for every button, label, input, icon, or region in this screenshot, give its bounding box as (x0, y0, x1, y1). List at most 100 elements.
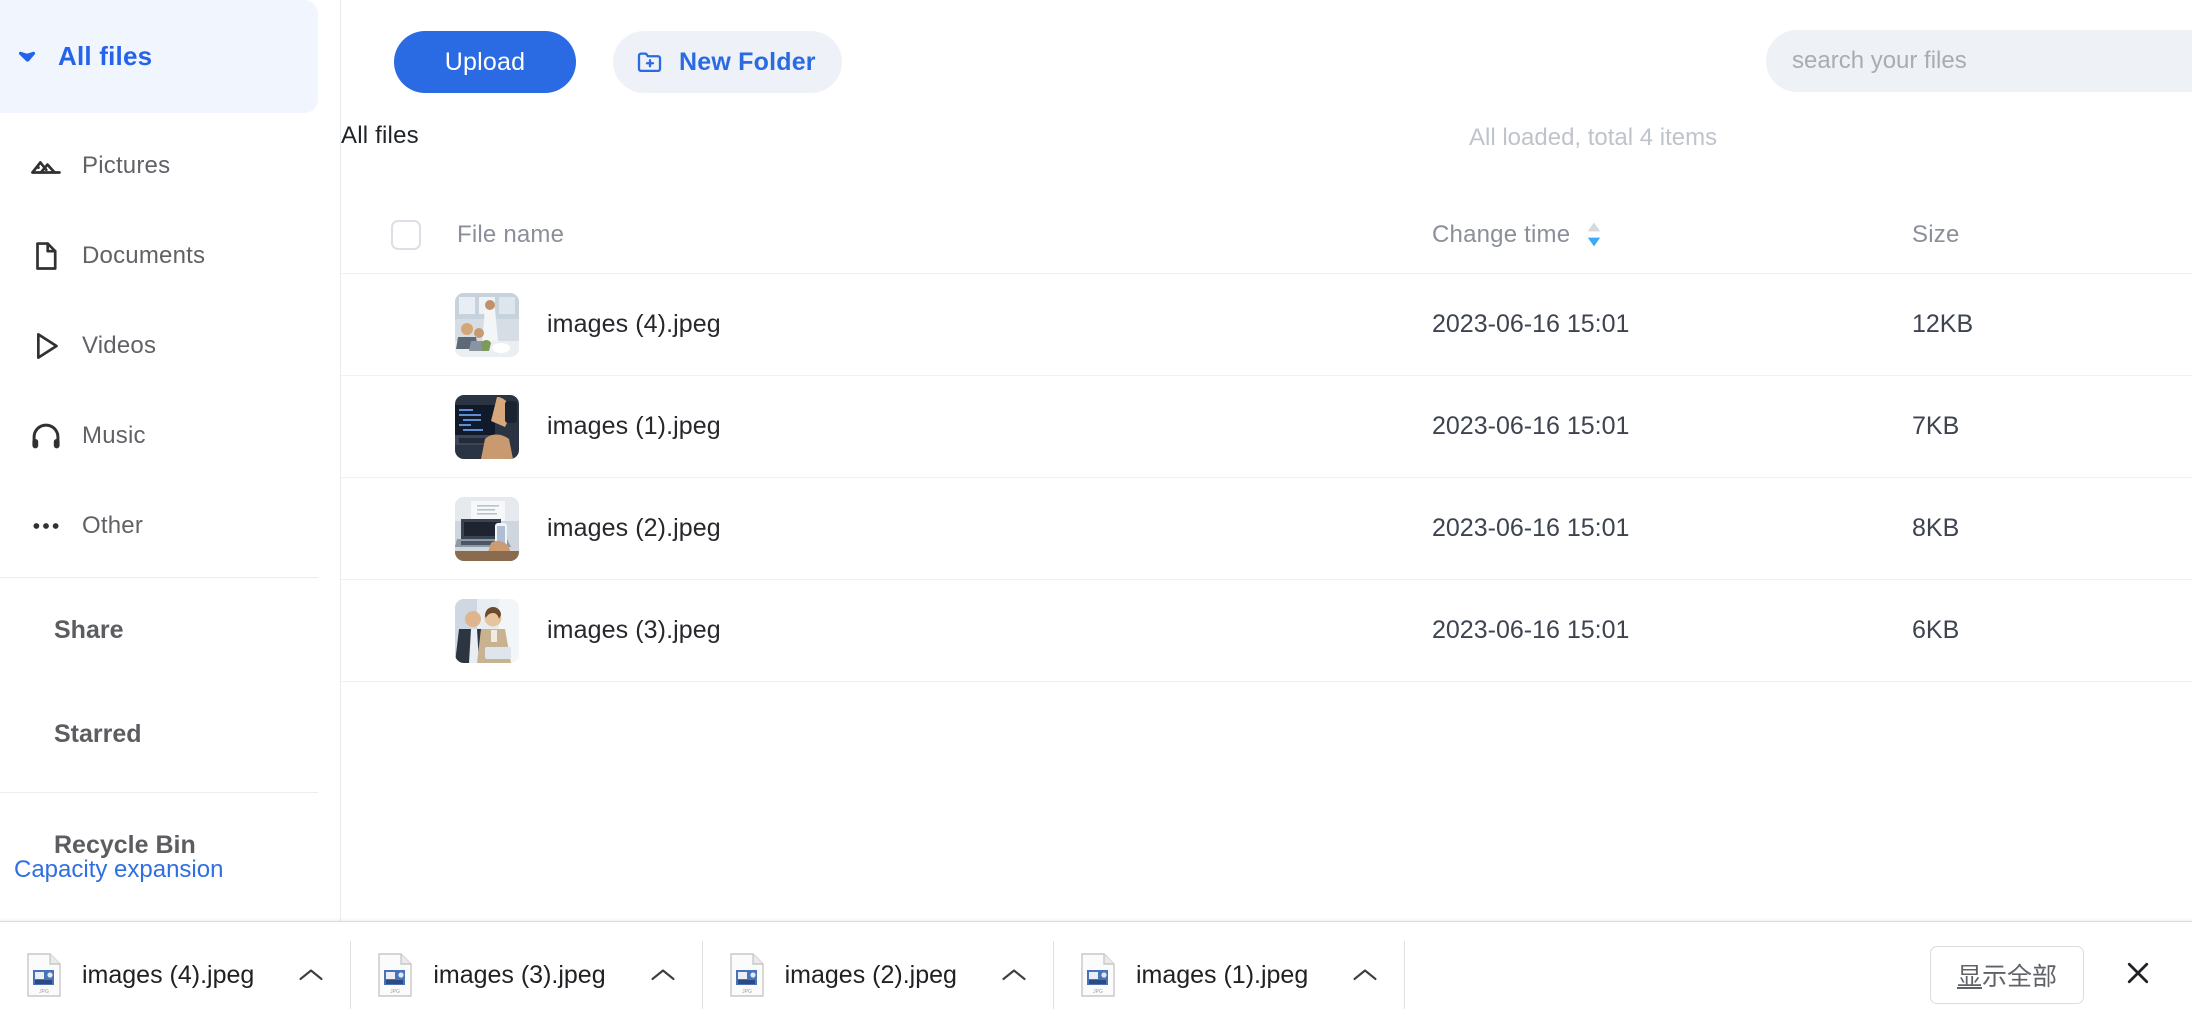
file-change-time: 2023-06-16 15:01 (1432, 514, 1630, 542)
table-row[interactable]: images (3).jpeg 2023-06-16 15:01 6KB (341, 580, 2192, 682)
file-change-time: 2023-06-16 15:01 (1432, 616, 1630, 644)
download-file-name: images (1).jpeg (1135, 960, 1309, 989)
caret-down-icon (14, 44, 40, 70)
row-file-name-cell: images (2).jpeg (455, 496, 1432, 561)
show-all-downloads-button[interactable]: 显示全部 (1929, 946, 2084, 1004)
page-title: All files (341, 122, 419, 149)
headphones-icon (24, 414, 68, 458)
sidebar-item-label: Pictures (82, 152, 171, 179)
sidebar-item-other[interactable]: Other (0, 481, 340, 571)
download-item[interactable]: JPG images (2).jpeg (703, 922, 1053, 1028)
row-change-time-cell: 2023-06-16 15:01 (1432, 514, 1912, 543)
sidebar-group-label: Share (54, 615, 124, 644)
chevron-up-icon[interactable] (280, 967, 342, 983)
svg-text:JPG: JPG (742, 989, 752, 995)
file-name: images (1).jpeg (547, 412, 721, 440)
file-change-time: 2023-06-16 15:01 (1432, 310, 1630, 338)
file-change-time: 2023-06-16 15:01 (1432, 412, 1630, 440)
header-label: Size (1912, 220, 1960, 248)
row-select-cell (341, 616, 455, 646)
file-thumbnail[interactable] (455, 496, 519, 561)
sort-arrows-icon[interactable] (1584, 222, 1604, 247)
svg-text:JPG: JPG (390, 989, 400, 995)
svg-text:JPG: JPG (1093, 989, 1103, 995)
row-file-name-cell: images (3).jpeg (455, 598, 1432, 663)
jpeg-file-icon: JPG (729, 953, 765, 997)
play-icon (24, 324, 68, 368)
table-row[interactable]: images (2).jpeg 2023-06-16 15:01 8KB (341, 478, 2192, 580)
download-bar: JPG images (4).jpeg JPG images (3).jpeg … (0, 921, 2192, 1028)
show-all-rest: 示全部 (1981, 963, 2057, 991)
new-folder-label: New Folder (679, 47, 816, 76)
file-manager-page: All files Pictures Documents Videos Musi… (0, 0, 2192, 921)
ellipsis-icon (24, 504, 68, 548)
row-size-cell: 6KB (1912, 616, 2192, 645)
row-size-cell: 8KB (1912, 514, 2192, 543)
sidebar-item-label: Documents (82, 242, 206, 269)
sidebar-item-videos[interactable]: Videos (0, 301, 340, 391)
header-file-name[interactable]: File name (455, 221, 1432, 249)
chevron-up-icon[interactable] (983, 967, 1045, 983)
folder-plus-icon (635, 47, 665, 77)
row-size-cell: 12KB (1912, 310, 2192, 339)
download-item[interactable]: JPG images (3).jpeg (351, 922, 701, 1028)
sidebar-item-starred[interactable]: Starred (0, 682, 340, 786)
main-content: Upload New Folder All files All (341, 0, 2192, 921)
file-size: 6KB (1912, 616, 1960, 644)
header-label: File name (457, 220, 565, 248)
upload-button[interactable]: Upload (394, 31, 576, 93)
row-file-name-cell: images (4).jpeg (455, 292, 1432, 357)
capacity-expansion-link[interactable]: Capacity expansion (14, 856, 223, 884)
select-all-cell (341, 219, 455, 250)
sidebar-item-share[interactable]: Share (0, 578, 340, 682)
download-file-name: images (2).jpeg (784, 960, 957, 989)
sidebar-item-pictures[interactable]: Pictures (0, 121, 340, 211)
table-row[interactable]: images (1).jpeg 2023-06-16 15:01 7KB (341, 376, 2192, 478)
download-item[interactable]: JPG images (4).jpeg (0, 922, 350, 1028)
file-thumbnail[interactable] (455, 292, 519, 357)
file-thumbnail[interactable] (455, 394, 519, 459)
toolbar: Upload New Folder (341, 0, 2192, 132)
file-table: File name Change time Size images (4).jp… (341, 196, 2192, 682)
header-size[interactable]: Size (1912, 221, 2192, 249)
jpeg-file-icon: JPG (1080, 953, 1116, 997)
show-all-label: 显示全部 (1957, 957, 2057, 993)
file-name: images (2).jpeg (547, 514, 721, 542)
download-file-name: images (4).jpeg (82, 960, 255, 989)
sidebar-item-documents[interactable]: Documents (0, 211, 340, 301)
select-all-checkbox[interactable] (391, 219, 421, 250)
close-icon (2123, 958, 2153, 993)
chevron-up-icon[interactable] (632, 967, 694, 983)
loaded-status: All loaded, total 4 items (1469, 124, 1718, 151)
app-root: All files Pictures Documents Videos Musi… (0, 0, 2192, 1028)
close-download-bar-button[interactable] (2110, 947, 2166, 1003)
file-thumbnail[interactable] (455, 598, 519, 663)
new-folder-button[interactable]: New Folder (613, 31, 842, 93)
file-name: images (3).jpeg (547, 616, 721, 644)
download-separator (1404, 941, 1406, 1009)
search-input[interactable] (1792, 47, 2192, 75)
sidebar: All files Pictures Documents Videos Musi… (0, 0, 341, 921)
file-size: 12KB (1912, 310, 1974, 338)
header-change-time[interactable]: Change time (1432, 221, 1912, 249)
chevron-up-icon[interactable] (1334, 967, 1396, 983)
header-label: Change time (1432, 220, 1571, 248)
table-row[interactable]: images (4).jpeg 2023-06-16 15:01 12KB (341, 274, 2192, 376)
sidebar-item-all-files[interactable]: All files (0, 0, 318, 113)
row-change-time-cell: 2023-06-16 15:01 (1432, 616, 1912, 645)
sidebar-item-label: Music (82, 422, 146, 449)
row-select-cell (341, 310, 455, 340)
sidebar-item-label: Videos (82, 332, 157, 359)
file-size: 7KB (1912, 412, 1960, 440)
sidebar-item-label: Other (82, 512, 144, 539)
row-select-cell (341, 514, 455, 544)
sidebar-nav-list: Pictures Documents Videos Music Other (0, 113, 340, 571)
section-header: All files All loaded, total 4 items (341, 122, 2192, 186)
row-size-cell: 7KB (1912, 412, 2192, 441)
search-box[interactable] (1766, 30, 2192, 92)
sidebar-item-label: All files (58, 41, 153, 71)
jpeg-file-icon: JPG (26, 953, 62, 997)
download-item[interactable]: JPG images (1).jpeg (1054, 922, 1404, 1028)
sidebar-item-music[interactable]: Music (0, 391, 340, 481)
pictures-icon (24, 144, 68, 188)
